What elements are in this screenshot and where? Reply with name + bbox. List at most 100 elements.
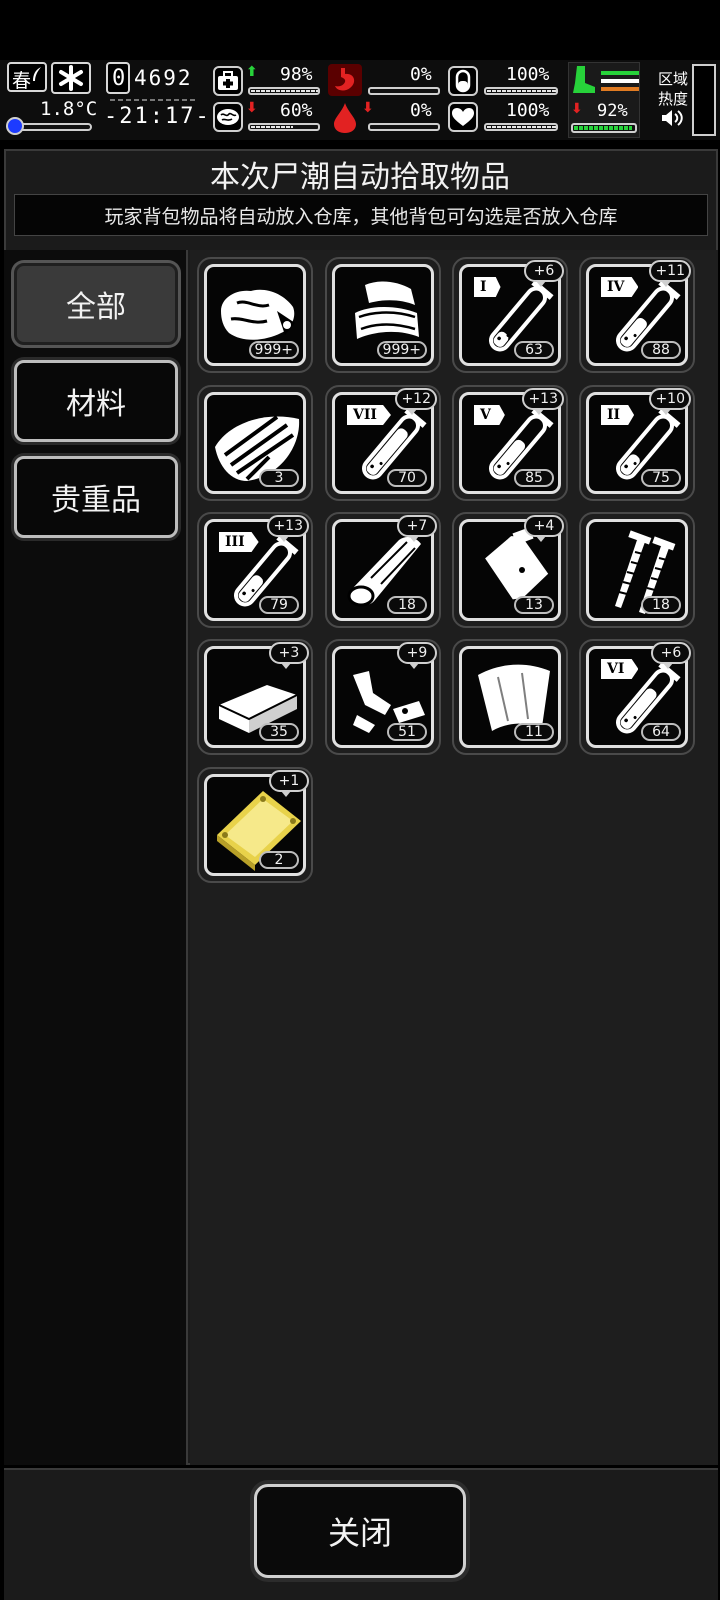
feather-icon xyxy=(33,67,41,81)
stamina-box: ⬇ 92% xyxy=(568,62,640,138)
heart-value: 100% xyxy=(506,100,550,121)
inventory-item[interactable]: III 79 +13 xyxy=(197,512,313,628)
blood-drop-icon xyxy=(334,103,356,133)
pills-bar xyxy=(484,87,558,95)
panel-title: 本次尸潮自动拾取物品 xyxy=(210,160,510,195)
pills-bar-fill xyxy=(487,90,556,92)
hunger-bar xyxy=(368,87,440,95)
zone-label-bottom: 热度 xyxy=(658,90,689,108)
item-count: 999+ xyxy=(376,341,427,359)
speaker-icon[interactable] xyxy=(660,108,684,128)
tab-valuables[interactable]: 贵重品 xyxy=(14,456,178,538)
item-count: 70 xyxy=(387,469,427,487)
item-grid: 999+ 999+ I 63 +6 IV 88 +11 3 VII 70 +12 V 85 +13 … xyxy=(190,250,718,1465)
item-slot: 11 xyxy=(459,646,561,748)
tier-tag: I xyxy=(474,277,501,297)
inventory-item[interactable]: V 85 +13 xyxy=(452,385,568,501)
tier-tag: III xyxy=(219,532,259,552)
pills-value: 100% xyxy=(506,64,550,85)
tier-tag: V xyxy=(474,405,505,425)
item-count: 51 xyxy=(387,723,427,741)
brain-icon xyxy=(213,102,243,132)
item-bonus-badge: +11 xyxy=(649,260,691,287)
tier-label: V xyxy=(480,407,491,423)
item-count: 35 xyxy=(259,723,299,741)
brain-bar xyxy=(248,123,320,131)
inventory-item[interactable]: 3 xyxy=(197,385,313,501)
item-bonus-badge: +3 xyxy=(269,642,309,669)
status-hud: 春 1.8°C 0 4692 -21:17- ⬆ 98% 0% 100% ⬇ 6… xyxy=(0,60,720,140)
tier-tag: II xyxy=(601,405,635,425)
clock-divider xyxy=(110,99,198,101)
item-slot: 18 xyxy=(586,519,688,621)
zone-label-top: 区域 xyxy=(658,70,689,88)
counter-readout: 4692 xyxy=(134,66,193,90)
tier-label: III xyxy=(225,534,245,550)
item-slot: 3 xyxy=(204,392,306,494)
inventory-item[interactable]: VII 70 +12 xyxy=(325,385,441,501)
item-slot: 999+ xyxy=(204,264,306,366)
inventory-item[interactable]: 2 +1 xyxy=(197,767,313,883)
tab-all[interactable]: 全部 xyxy=(14,263,178,345)
snowflake-button[interactable] xyxy=(51,62,91,94)
inventory-item[interactable]: 13 +4 xyxy=(452,512,568,628)
tier-tag: VI xyxy=(601,659,639,679)
item-count: 18 xyxy=(387,596,427,614)
tab-materials[interactable]: 材料 xyxy=(14,360,178,442)
item-count: 3 xyxy=(259,469,299,487)
health-trend-up-icon: ⬆ xyxy=(246,64,258,80)
item-slot: 999+ xyxy=(332,264,434,366)
stamina-stripe-orange xyxy=(601,87,639,91)
item-bonus-badge: +7 xyxy=(397,515,437,542)
brain-value: 60% xyxy=(280,100,313,121)
close-button[interactable]: 关闭 xyxy=(254,1484,466,1578)
item-bonus-badge: +6 xyxy=(651,642,691,669)
stamina-stripe-white xyxy=(601,79,639,83)
hunger-value: 0% xyxy=(410,64,432,85)
tier-label: VI xyxy=(607,661,625,677)
inventory-item[interactable]: 999+ xyxy=(197,257,313,373)
inventory-item[interactable]: 18 xyxy=(579,512,695,628)
medkit-icon xyxy=(213,66,243,96)
item-count: 64 xyxy=(641,723,681,741)
item-bonus-badge: +12 xyxy=(395,388,437,415)
item-count: 63 xyxy=(514,341,554,359)
clock-readout: -21:17- xyxy=(104,104,211,129)
inventory-item[interactable]: 11 xyxy=(452,639,568,755)
pill-icon xyxy=(448,66,478,96)
item-count: 75 xyxy=(641,469,681,487)
blood-value: 0% xyxy=(410,100,432,121)
inventory-item[interactable]: I 63 +6 xyxy=(452,257,568,373)
inventory-item[interactable]: IV 88 +11 xyxy=(579,257,695,373)
item-bonus-badge: +1 xyxy=(269,770,309,797)
stamina-trend-down-icon: ⬇ xyxy=(571,101,583,117)
tier-tag: IV xyxy=(601,277,639,297)
season-box: 春 xyxy=(7,62,47,92)
stamina-stripe-green xyxy=(601,71,639,75)
boot-icon xyxy=(573,66,595,93)
health-bar xyxy=(248,87,320,95)
item-count: 79 xyxy=(259,596,299,614)
item-bonus-badge: +9 xyxy=(397,642,437,669)
zone-heat-meter xyxy=(692,64,716,136)
temperature-gauge xyxy=(6,117,92,135)
item-bonus-badge: +4 xyxy=(524,515,564,542)
stamina-bar xyxy=(571,123,637,133)
snowflake-icon xyxy=(59,65,83,91)
category-sidebar: 全部 材料 贵重品 xyxy=(4,250,188,1465)
heart-icon xyxy=(448,102,478,132)
inventory-item[interactable]: II 75 +10 xyxy=(579,385,695,501)
health-value: 98% xyxy=(280,64,313,85)
tier-tag: VII xyxy=(347,405,391,425)
stamina-bar-fill xyxy=(574,126,632,130)
item-bonus-badge: +6 xyxy=(524,260,564,287)
inventory-item[interactable]: 51 +9 xyxy=(325,639,441,755)
inventory-item[interactable]: 999+ xyxy=(325,257,441,373)
health-bar-fill xyxy=(251,90,318,92)
stomach-icon xyxy=(328,64,362,96)
item-count: 88 xyxy=(641,341,681,359)
heart-bar-fill xyxy=(487,126,556,128)
inventory-item[interactable]: 18 +7 xyxy=(325,512,441,628)
inventory-item[interactable]: VI 64 +6 xyxy=(579,639,695,755)
inventory-item[interactable]: 35 +3 xyxy=(197,639,313,755)
